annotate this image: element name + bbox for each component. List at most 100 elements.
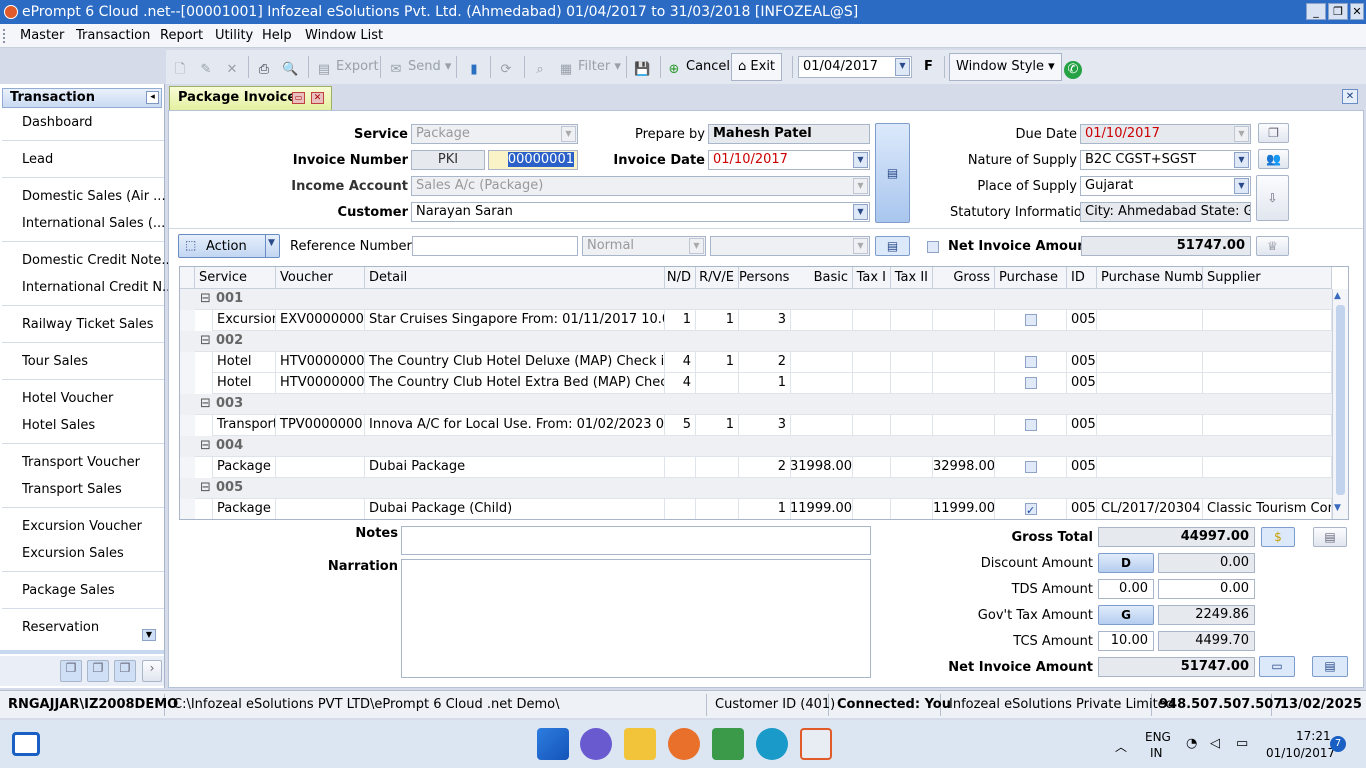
column-header[interactable]: Supplier [1203,267,1332,289]
print-icon[interactable]: ⎙ [256,55,276,79]
window-arrange-icon[interactable]: ❐ [114,660,136,682]
cancel-button[interactable]: ⊕ Cancel [666,55,731,79]
column-header[interactable]: Voucher [276,267,365,289]
sidebar-item-tour-sales[interactable]: Tour Sales [22,354,88,369]
table-row[interactable]: Package Dubai Package 2 31998.00 32998.00 005 [180,457,1332,478]
financial-date-picker[interactable]: 01/04/2017 ▼ [798,56,912,78]
tray-chevron-icon[interactable]: ︿ [1115,738,1127,755]
chevron-down-icon[interactable]: ▼ [1234,178,1249,194]
discount-button[interactable]: D [1098,553,1154,573]
summary-list-icon[interactable]: ▤ [1313,527,1347,547]
sidebar-item-transport-sales[interactable]: Transport Sales [22,482,122,497]
due-date-picker[interactable]: 01/10/2017 ▼ [1080,124,1251,144]
narration-field[interactable] [401,559,871,678]
edit-icon[interactable]: ✎ [198,55,218,79]
filter-button[interactable]: ▦ Filter ▾ [558,55,621,79]
tab-package-invoice[interactable]: Package Invoice ▭ ✕ [169,86,332,110]
minimize-button[interactable]: _ [1306,3,1326,20]
collapse-group-icon[interactable]: ⊟ [200,331,211,351]
users-icon[interactable]: 👥 [1258,149,1289,169]
sidebar-item-hotel-sales[interactable]: Hotel Sales [22,418,95,433]
table-row[interactable]: Excursion EXV00000001 Star Cruises Singapo… [180,310,1332,331]
sidebar-item-dashboard[interactable]: Dashboard [22,115,93,130]
tds-rate-field[interactable]: 0.00 [1098,579,1154,599]
tab-close-icon[interactable]: ✕ [311,92,324,104]
menu-utility[interactable]: Utility [215,28,253,43]
window-cascade-icon[interactable]: ❐ [60,660,82,682]
sidebar-item-lead[interactable]: Lead [22,152,53,167]
cell-purchase[interactable] [995,352,1067,373]
sidebar-item-international-credit-note[interactable]: International Credit N... [22,280,174,295]
cell-purchase[interactable] [995,310,1067,331]
cell-purchase[interactable] [995,457,1067,478]
export-button[interactable]: ▤ Export [316,55,379,79]
new-icon[interactable]: 🗋 [172,55,192,79]
group-row[interactable]: ⊟ 001 [180,289,1332,310]
column-header[interactable]: Tax I [853,267,891,289]
volume-icon[interactable]: ◁ [1210,736,1220,751]
file-explorer-icon[interactable] [624,728,656,760]
sidebar-item-transport-voucher[interactable]: Transport Voucher [22,455,140,470]
notes-list-icon[interactable]: ▤ [875,236,910,256]
action-dropdown[interactable]: ⬚ Action ▼ [178,234,280,258]
column-header[interactable]: R/V/E [696,267,739,289]
window-style-dropdown[interactable]: Window Style ▾ [949,53,1062,81]
group-row[interactable]: ⊟ 004 [180,436,1332,457]
sidebar-item-international-sales[interactable]: International Sales (... [22,216,165,231]
menu-report[interactable]: Report [160,28,203,43]
collapse-group-icon[interactable]: ⊟ [200,394,211,414]
tds-amount-field[interactable]: 0.00 [1158,579,1255,599]
reference-number-field[interactable] [412,236,578,256]
edge-icon[interactable] [756,728,788,760]
start-icon[interactable] [537,728,569,760]
chevron-down-icon[interactable]: ▼ [853,204,868,220]
purchase-checkbox[interactable] [1025,314,1037,326]
collapse-group-icon[interactable]: ⊟ [200,478,211,498]
sidebar-item-excursion-sales[interactable]: Excursion Sales [22,546,124,561]
sidebar-item-reservation[interactable]: Reservation [22,620,99,635]
menu-help[interactable]: Help [262,28,292,43]
collapse-sidebar-icon[interactable]: ◂ [146,91,159,104]
delete-icon[interactable]: ✕ [224,55,244,79]
purchase-checkbox[interactable] [1025,461,1037,473]
priority-select[interactable]: Normal ▼ [582,236,706,256]
purchase-checkbox[interactable] [1025,356,1037,368]
tab-restore-icon[interactable]: ▭ [292,92,305,104]
column-header[interactable]: Detail [365,267,665,289]
chevron-down-icon[interactable]: ▼ [853,152,868,168]
calculator-icon[interactable]: ▭ [1259,656,1295,677]
language-indicator[interactable]: ENG [1145,730,1171,744]
column-header[interactable]: Tax II [891,267,933,289]
print-preview-icon[interactable]: 🔍 [282,55,302,79]
close-button[interactable]: ✕ [1350,3,1364,20]
menu-window-list[interactable]: Window List [305,28,383,43]
scroll-up-icon[interactable]: ▲ [1334,291,1341,301]
group-row[interactable]: ⊟ 002 [180,331,1332,352]
table-row[interactable]: Transport TPV00000001 Innova A/C for Local… [180,415,1332,436]
collapse-group-icon[interactable]: ⊟ [200,289,211,309]
restore-button[interactable]: ❐ [1328,3,1348,20]
coins-icon[interactable]: $ [1261,527,1295,547]
sidebar-item-domestic-sales[interactable]: Domestic Sales (Air ... [22,189,166,204]
eprompt-app-icon[interactable] [800,728,832,760]
notes-field[interactable] [401,526,871,555]
table-row[interactable]: Package Dubai Package (Child) 1 11999.00 119… [180,499,1332,519]
show-desktop-icon[interactable] [12,732,40,756]
customer-card-button[interactable]: ▤ [875,123,910,223]
window-tile-icon[interactable]: ❐ [87,660,109,682]
column-header[interactable]: Purchase [995,267,1067,289]
cell-purchase[interactable] [995,373,1067,394]
invoice-date-picker[interactable]: 01/10/2017 ▼ [708,150,870,170]
group-row[interactable]: ⊟ 005 [180,478,1332,499]
cell-purchase[interactable] [995,415,1067,436]
column-header[interactable]: Service [195,267,276,289]
print-list-icon[interactable]: ▤ [1312,656,1348,677]
group-row[interactable]: ⊟ 003 [180,394,1332,415]
copy-icon[interactable]: ❐ [1258,123,1289,143]
net-amount-checkbox[interactable] [927,241,939,253]
sidebar-item-hotel-voucher[interactable]: Hotel Voucher [22,391,113,406]
sidebar-item-railway-ticket-sales[interactable]: Railway Ticket Sales [22,317,154,332]
purchase-checkbox[interactable] [1025,419,1037,431]
battery-icon[interactable]: ▭ [1236,736,1248,751]
exit-button[interactable]: ⌂ Exit [731,53,783,81]
